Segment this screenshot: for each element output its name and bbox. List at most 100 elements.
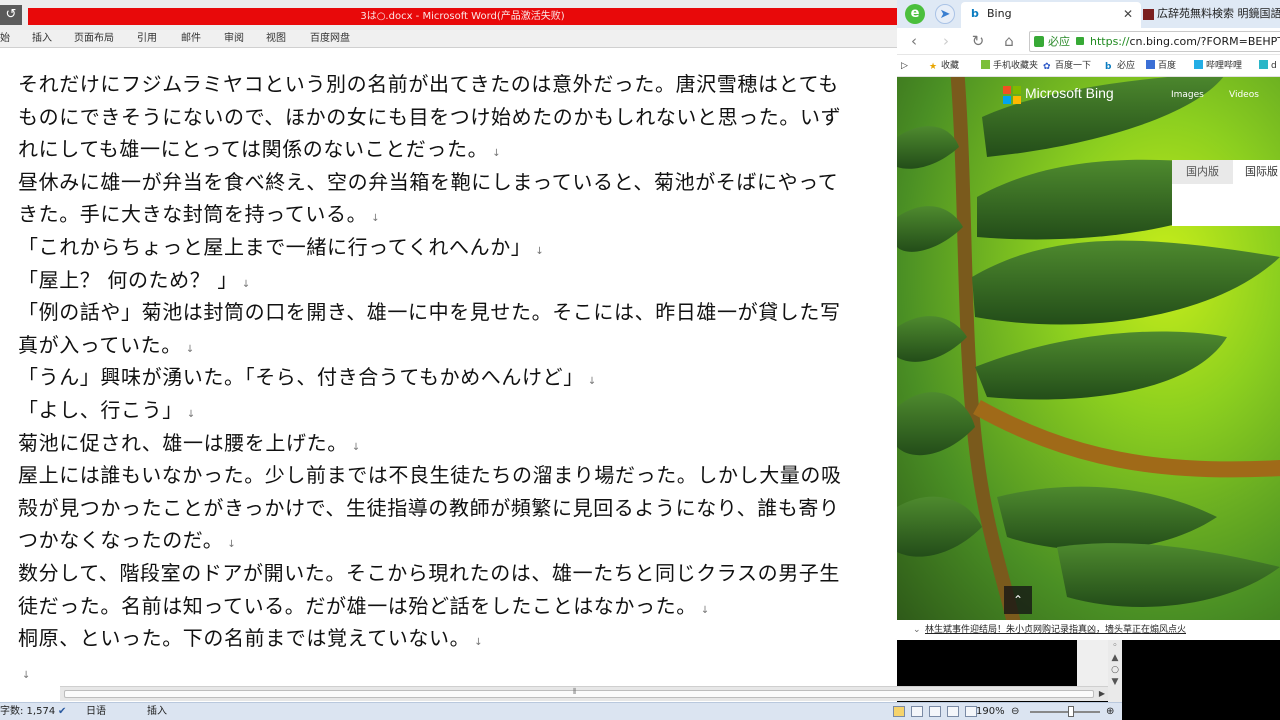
news-ticker[interactable]: ⌄ 林生斌事件迎结局！朱小贞网购记录指真凶，墙头草正在煽风点火: [897, 620, 1280, 640]
forward-icon[interactable]: ›: [937, 32, 955, 50]
sidebar-toggle-icon[interactable]: ▷: [901, 59, 908, 73]
word-count[interactable]: 字数: 1,574: [0, 705, 55, 719]
scroll-grip-icon: ⦀: [573, 687, 577, 696]
bing-icon: b: [1105, 62, 1112, 72]
tab-view[interactable]: 视图: [266, 32, 286, 46]
document-line[interactable]: ものにできそうにないので、ほかの女にも目をつけ始めたのかもしれないと思った。いず: [18, 101, 890, 134]
language-indicator[interactable]: 日语: [86, 705, 106, 719]
line-text: 真が入っていた。: [18, 332, 182, 357]
close-tab-icon[interactable]: ✕: [1123, 2, 1133, 26]
outline-icon[interactable]: [947, 706, 959, 717]
bookmark-favorites[interactable]: ★ 收藏: [929, 59, 959, 73]
zoom-slider[interactable]: [1030, 711, 1100, 713]
bookmark-label: 百度一下: [1055, 61, 1092, 71]
print-layout-icon[interactable]: [893, 706, 905, 717]
paragraph-mark-icon: ↓: [700, 604, 710, 616]
tab-review[interactable]: 审阅: [224, 32, 244, 46]
bookmark-mobile[interactable]: 手机收藏夹: [981, 59, 1038, 73]
scroll-thumb[interactable]: [64, 690, 1094, 698]
tab-mailings[interactable]: 邮件: [181, 32, 201, 46]
scroll-right-icon[interactable]: ▶: [1099, 689, 1105, 698]
site-icon: [1259, 60, 1268, 69]
document-line[interactable]: 「うん」興味が湧いた。「そら、付き合うてもかめへんけど」 ↓: [18, 361, 890, 394]
phone-icon: [981, 60, 990, 69]
document-line[interactable]: きた。手に大きな封筒を持っている。 ↓: [18, 198, 890, 231]
document-line[interactable]: 桐原、といった。下の名前までは覚えていない。 ↓: [18, 622, 890, 655]
tab-home[interactable]: 始: [0, 32, 10, 46]
back-icon[interactable]: ‹: [905, 32, 923, 50]
horizontal-scrollbar[interactable]: ⦀ ▶: [60, 686, 1108, 701]
document-line[interactable]: 「屋上？ 何のため？ 」 ↓: [18, 264, 890, 297]
next-page-icon[interactable]: ▼: [1108, 676, 1122, 688]
videos-link[interactable]: Videos: [1229, 90, 1259, 100]
bing-hero-image[interactable]: Microsoft Bing Images Videos 国内版 国际版 ⌃: [897, 77, 1280, 620]
tab-domestic[interactable]: 国内版: [1172, 160, 1233, 184]
tab-page-layout[interactable]: 页面布局: [74, 32, 114, 46]
document-line[interactable]: 「例の話や」菊池は封筒の口を開き、雄一に中を見せた。そこには、昨日雄一が貸した写: [18, 296, 890, 329]
undo-icon[interactable]: ↺: [0, 5, 22, 25]
document-line[interactable]: ↓: [18, 655, 890, 688]
browser-tab-strip: e ➤ b Bing ✕ 広辞苑無料検索 明鏡国語辞典: [897, 0, 1280, 28]
document-line[interactable]: それだけにフジムラミヤコという別の名前が出てきたのは意外だった。唐沢雪穂はとても: [18, 68, 890, 101]
zoom-level[interactable]: 190%: [976, 705, 1005, 719]
bookmark-bing[interactable]: b 必应: [1105, 59, 1135, 73]
zoom-out-icon[interactable]: ⊖: [1011, 705, 1019, 719]
line-text: ものにできそうにないので、ほかの女にも目をつけ始めたのかもしれないと思った。いず: [18, 104, 842, 129]
browse-object-icon[interactable]: ○: [1108, 664, 1122, 676]
send-icon[interactable]: ➤: [935, 4, 955, 24]
line-text: 「よし、行こう」: [18, 397, 183, 422]
zoom-in-icon[interactable]: ⊕: [1106, 705, 1114, 719]
address-bar[interactable]: 必应 https://cn.bing.com/?FORM=BEHPTB: [1029, 31, 1280, 52]
proofing-icon[interactable]: ✔: [58, 705, 66, 719]
tab-references[interactable]: 引用: [137, 32, 157, 46]
document-line[interactable]: 菊池に促され、雄一は腰を上げた。 ↓: [18, 427, 890, 460]
zoom-slider-thumb[interactable]: [1068, 706, 1074, 717]
bookmark-first-page[interactable]: 百度: [1146, 59, 1176, 73]
scroll-up-button[interactable]: ⌃: [1004, 586, 1032, 614]
tab-koujien[interactable]: 広辞苑無料検索 明鏡国語辞典: [1141, 2, 1280, 28]
document-line[interactable]: つかなくなったのだ。 ↓: [18, 524, 890, 557]
document-line[interactable]: 数分して、階段室のドアが開いた。そこから現れたのは、雄一たちと同じクラスの男子生: [18, 557, 890, 590]
url-text[interactable]: https://cn.bing.com/?FORM=BEHPTB: [1090, 32, 1280, 51]
scroll-up-icon[interactable]: ◦: [1108, 640, 1122, 652]
document-line[interactable]: れにしても雄一にとっては関係のないことだった。 ↓: [18, 133, 890, 166]
vertical-scrollbar[interactable]: ◦ ▲ ○ ▼: [1108, 640, 1122, 702]
full-screen-reading-icon[interactable]: [911, 706, 923, 717]
paragraph-mark-icon: ↓: [474, 637, 484, 649]
bookmark-d[interactable]: d: [1259, 59, 1277, 73]
document-page[interactable]: それだけにフジムラミヤコという別の名前が出てきたのは意外だった。唐沢雪穂はとても…: [0, 58, 897, 686]
tab-insert[interactable]: 插入: [32, 32, 52, 46]
document-line[interactable]: 殻が見つかったことがきっかけで、生徒指導の教師が頻繁に見回るようになり、誰も寄り: [18, 492, 890, 525]
browser-logo-icon[interactable]: e: [905, 4, 925, 24]
line-text: 「屋上？ 何のため？ 」: [18, 267, 238, 292]
line-text: つかなくなったのだ。: [18, 528, 224, 553]
bookmark-bilibili[interactable]: 哔哩哔哩: [1194, 59, 1242, 73]
line-text: 数分して、階段室のドアが開いた。そこから現れたのは、雄一たちと同じクラスの男子生: [18, 560, 840, 585]
document-line[interactable]: 屋上には誰もいなかった。少し前までは不良生徒たちの溜まり場だった。しかし大量の吸: [18, 459, 890, 492]
paragraph-mark-icon: ↓: [186, 408, 196, 420]
insert-mode[interactable]: 插入: [147, 705, 167, 719]
chevron-down-icon[interactable]: ⌄: [913, 620, 921, 640]
home-icon[interactable]: ⌂: [1000, 32, 1018, 50]
prev-page-icon[interactable]: ▲: [1108, 652, 1122, 664]
document-line[interactable]: 真が入っていた。 ↓: [18, 329, 890, 362]
tab-international[interactable]: 国际版: [1233, 160, 1280, 184]
web-layout-icon[interactable]: [929, 706, 941, 717]
word-window: ↺ 3は○.docx - Microsoft Word(产品激活失败) 始 插入…: [0, 0, 897, 720]
tab-baidu-pan[interactable]: 百度网盘: [310, 32, 350, 46]
document-text[interactable]: それだけにフジムラミヤコという別の名前が出てきたのは意外だった。唐沢雪穂はとても…: [18, 68, 890, 687]
paragraph-mark-icon: ↓: [371, 213, 381, 225]
tab-bing[interactable]: b Bing ✕: [961, 2, 1141, 28]
document-line[interactable]: 「よし、行こう」 ↓: [18, 394, 890, 427]
line-text: 昼休みに雄一が弁当を食べ終え、空の弁当箱を鞄にしまっていると、菊池がそばにやって: [18, 169, 839, 194]
images-link[interactable]: Images: [1171, 90, 1204, 100]
reload-icon[interactable]: ↻: [969, 32, 987, 50]
bookmark-label: 收藏: [941, 61, 960, 71]
document-line[interactable]: 徒だった。名前は知っている。だが雄一は殆ど話をしたことはなかった。 ↓: [18, 590, 890, 623]
bookmark-baidu[interactable]: ✿ 百度一下: [1043, 59, 1091, 73]
document-line[interactable]: 「これからちょっと屋上まで一緒に行ってくれへんか」 ↓: [18, 231, 890, 264]
document-line[interactable]: 昼休みに雄一が弁当を食べ終え、空の弁当箱を鞄にしまっていると、菊池がそばにやって: [18, 166, 890, 199]
page-icon: [1146, 60, 1155, 69]
brand-name[interactable]: Microsoft Bing: [1025, 85, 1114, 101]
news-headline[interactable]: 林生斌事件迎结局！朱小贞网购记录指真凶，墙头草正在煽风点火: [925, 620, 1186, 640]
